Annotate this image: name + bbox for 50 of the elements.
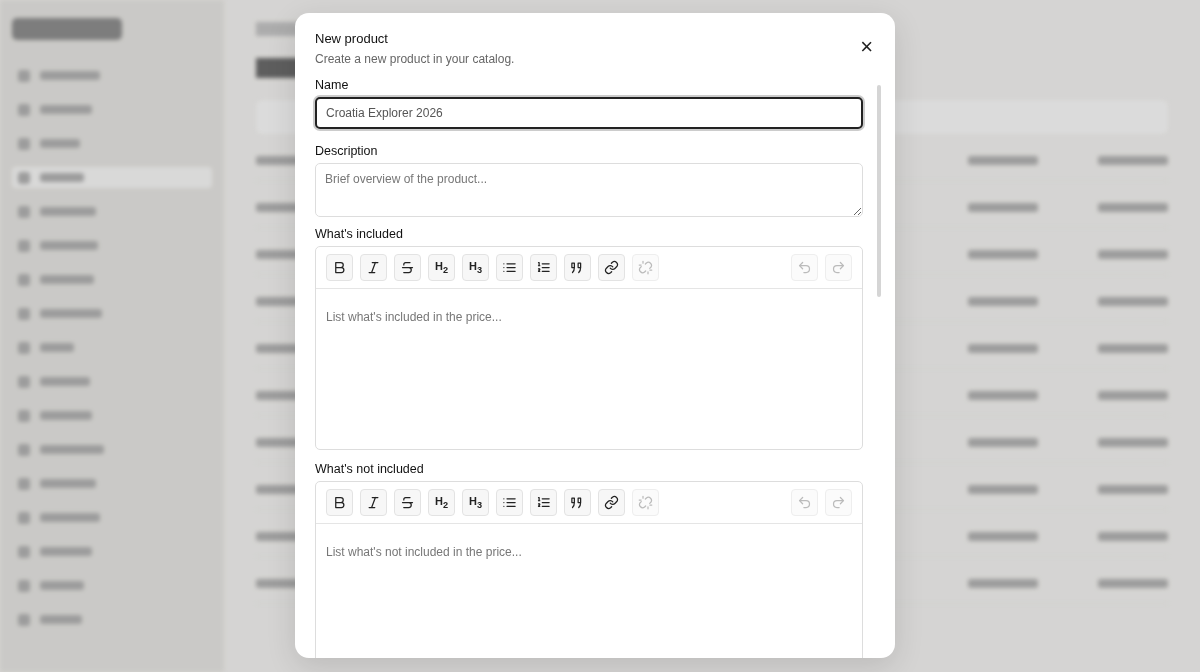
editor-text-area[interactable]: List what's not included in the price... [316, 524, 862, 658]
numbered-list-button[interactable] [530, 489, 557, 516]
heading-button[interactable]: H$_{2}$ [428, 254, 455, 281]
strikethrough-button[interactable] [394, 489, 421, 516]
bullet-list-icon [502, 260, 517, 275]
bullet-list-icon [502, 495, 517, 510]
broken-link-icon [638, 495, 653, 510]
strikethrough-icon [400, 260, 415, 275]
editor-text-area[interactable]: List what's included in the price... [316, 289, 862, 449]
editor-label: What's not included [315, 462, 425, 476]
quote-button[interactable] [564, 254, 591, 281]
italic-button[interactable] [360, 254, 387, 281]
bullet-list-button[interactable] [496, 254, 523, 281]
bold-button[interactable] [326, 489, 353, 516]
editor-label: What's included [315, 227, 404, 241]
italic-button[interactable] [360, 489, 387, 516]
italic-icon [366, 495, 381, 510]
italic-icon [366, 260, 381, 275]
bullet-list-button[interactable] [496, 489, 523, 516]
redo-icon [831, 260, 846, 275]
editor-placeholder: List what's included in the price... [326, 310, 502, 324]
link-icon [604, 495, 619, 510]
strikethrough-icon [400, 495, 415, 510]
heading-button[interactable]: H$_{2}$ [428, 489, 455, 516]
numbered-list-icon [536, 260, 551, 275]
heading-button[interactable]: H$_{3}$ [462, 254, 489, 281]
close-button[interactable]: × [860, 37, 873, 57]
dialog-title: New product [315, 31, 389, 46]
undo-icon [797, 260, 812, 275]
scrollbar-thumb[interactable] [877, 85, 881, 297]
broken-link-icon [638, 260, 653, 275]
strikethrough-button[interactable] [394, 254, 421, 281]
undo-icon [797, 495, 812, 510]
name-field[interactable]: Croatia Explorer 2026 [315, 97, 863, 129]
field-label: Description [315, 144, 379, 158]
numbered-list-icon [536, 495, 551, 510]
quote-button[interactable] [564, 489, 591, 516]
link-icon [604, 260, 619, 275]
dialog-subtitle: Create a new product in your catalog. [315, 52, 515, 66]
link-button[interactable] [598, 489, 625, 516]
heading-button[interactable]: H$_{3}$ [462, 489, 489, 516]
bold-icon [332, 260, 347, 275]
link-button[interactable] [598, 254, 625, 281]
field-label: Name [315, 78, 350, 92]
description-field[interactable]: Brief overview of the product... [315, 163, 863, 217]
redo-icon [831, 495, 846, 510]
numbered-list-button[interactable] [530, 254, 557, 281]
bold-icon [332, 495, 347, 510]
editor-placeholder: List what's not included in the price... [326, 545, 522, 559]
bold-button[interactable] [326, 254, 353, 281]
